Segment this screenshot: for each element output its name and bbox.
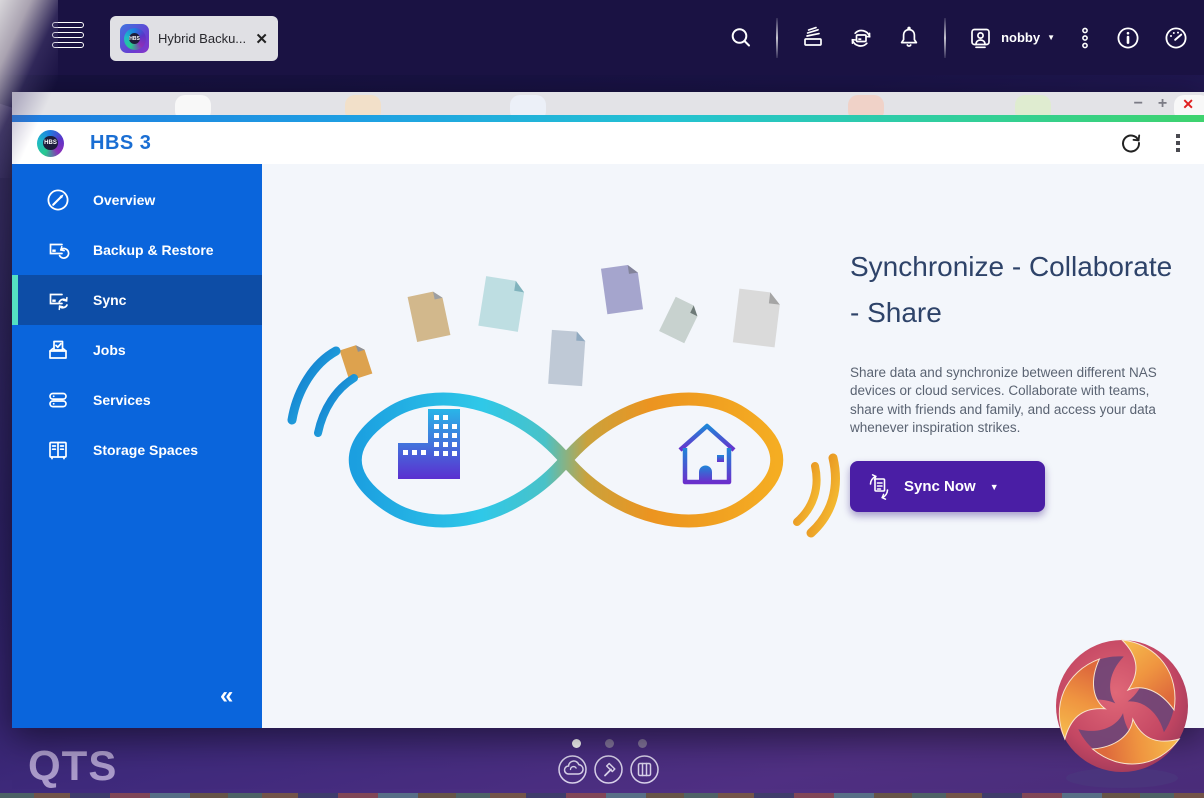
taskbar-divider (944, 17, 947, 58)
sidebar-item-services[interactable]: Services (12, 375, 262, 425)
hbs-logo-icon: HBS (37, 129, 64, 157)
sync-now-button[interactable]: Sync Now ▼ (850, 461, 1045, 512)
info-icon[interactable] (1115, 25, 1141, 51)
kitguru-swirl-watermark (1056, 639, 1188, 788)
sidebar-label: Storage Spaces (93, 442, 199, 458)
taskbar-divider (776, 17, 779, 58)
app-title: HBS 3 (90, 131, 152, 154)
user-icon (971, 28, 990, 48)
tab-label: Hybrid Backu... (158, 31, 247, 46)
gauge-icon (47, 189, 69, 211)
flying-documents (339, 264, 780, 387)
user-menu[interactable]: nobby ▼ (968, 25, 1055, 51)
refresh-icon[interactable] (1120, 132, 1142, 154)
page-dot-3[interactable] (638, 739, 647, 748)
hbs-sidebar: Overview Backup & Restore Sync Jobs Serv… (12, 164, 262, 728)
desktop-pagination (572, 739, 647, 748)
jobs-icon (49, 340, 67, 359)
close-button[interactable]: ✕ (1182, 97, 1194, 111)
external-device-icon[interactable] (848, 25, 874, 51)
hbs-app-icon: HBS (120, 24, 149, 53)
notifications-bell-icon[interactable] (896, 25, 922, 51)
services-icon (49, 392, 67, 408)
sidebar-label: Backup & Restore (93, 242, 214, 258)
sidebar-label: Services (93, 392, 151, 408)
dropdown-caret-icon: ▼ (989, 481, 999, 492)
main-menu-hamburger-icon[interactable] (52, 22, 84, 48)
page-dot-2[interactable] (605, 739, 614, 748)
app-library-icon[interactable] (629, 754, 660, 785)
house-icon (678, 423, 736, 485)
background-tasks-icon[interactable] (800, 25, 826, 51)
cloud-sync-icon[interactable] (557, 754, 588, 785)
kebab-menu-icon[interactable] (1077, 25, 1093, 51)
sync-illustration (287, 264, 840, 538)
swoosh-right (793, 453, 840, 538)
sidebar-item-sync[interactable]: Sync (12, 275, 262, 325)
sidebar-label: Sync (93, 292, 127, 308)
sidebar-label: Overview (93, 192, 156, 208)
search-icon[interactable] (728, 25, 754, 51)
qts-taskbar: HBS Hybrid Backu... ✕ nobby ▼ (0, 0, 1204, 75)
hbs3-window: − + ✕ HBS HBS 3 Overview Backup & Restor… (12, 92, 1204, 728)
username-label: nobby (1001, 30, 1041, 45)
app-titlebar: HBS HBS 3 (12, 122, 1204, 164)
dock-edge-strip (0, 793, 1204, 798)
dashboard-icon[interactable] (1163, 25, 1189, 51)
sidebar-item-storage-spaces[interactable]: Storage Spaces (12, 425, 262, 475)
window-chrome-bar: − + ✕ (12, 92, 1204, 115)
sidebar-collapse-icon[interactable]: « (220, 684, 233, 708)
storage-spaces-icon (49, 441, 67, 460)
sync-now-label: Sync Now (904, 478, 976, 495)
page-description: Share data and synchronize between diffe… (850, 365, 1157, 436)
utilities-hammer-icon[interactable] (593, 754, 624, 785)
sidebar-item-backup-restore[interactable]: Backup & Restore (12, 225, 262, 275)
user-caret-icon: ▼ (1047, 33, 1055, 42)
building-icon (398, 409, 460, 479)
maximize-button[interactable]: + (1158, 95, 1167, 112)
sidebar-label: Jobs (93, 342, 126, 358)
page-heading: Synchronize - Collaborate - Share (850, 251, 1173, 328)
taskbar-tab-hybrid-backup[interactable]: HBS Hybrid Backu... ✕ (110, 16, 278, 61)
sidebar-item-overview[interactable]: Overview (12, 175, 262, 225)
more-menu-icon[interactable] (1174, 132, 1182, 154)
qts-wallpaper-logo: QTS (28, 742, 118, 789)
window-accent-gradient (12, 115, 1204, 122)
desktop-dock (557, 754, 660, 785)
backup-restore-icon (49, 243, 70, 259)
sync-documents-icon (869, 473, 889, 500)
page-dot-1[interactable] (572, 739, 581, 748)
minimize-button[interactable]: − (1134, 95, 1143, 112)
sidebar-item-jobs[interactable]: Jobs (12, 325, 262, 375)
sync-icon (49, 293, 68, 311)
tab-close-icon[interactable]: ✕ (255, 30, 268, 48)
